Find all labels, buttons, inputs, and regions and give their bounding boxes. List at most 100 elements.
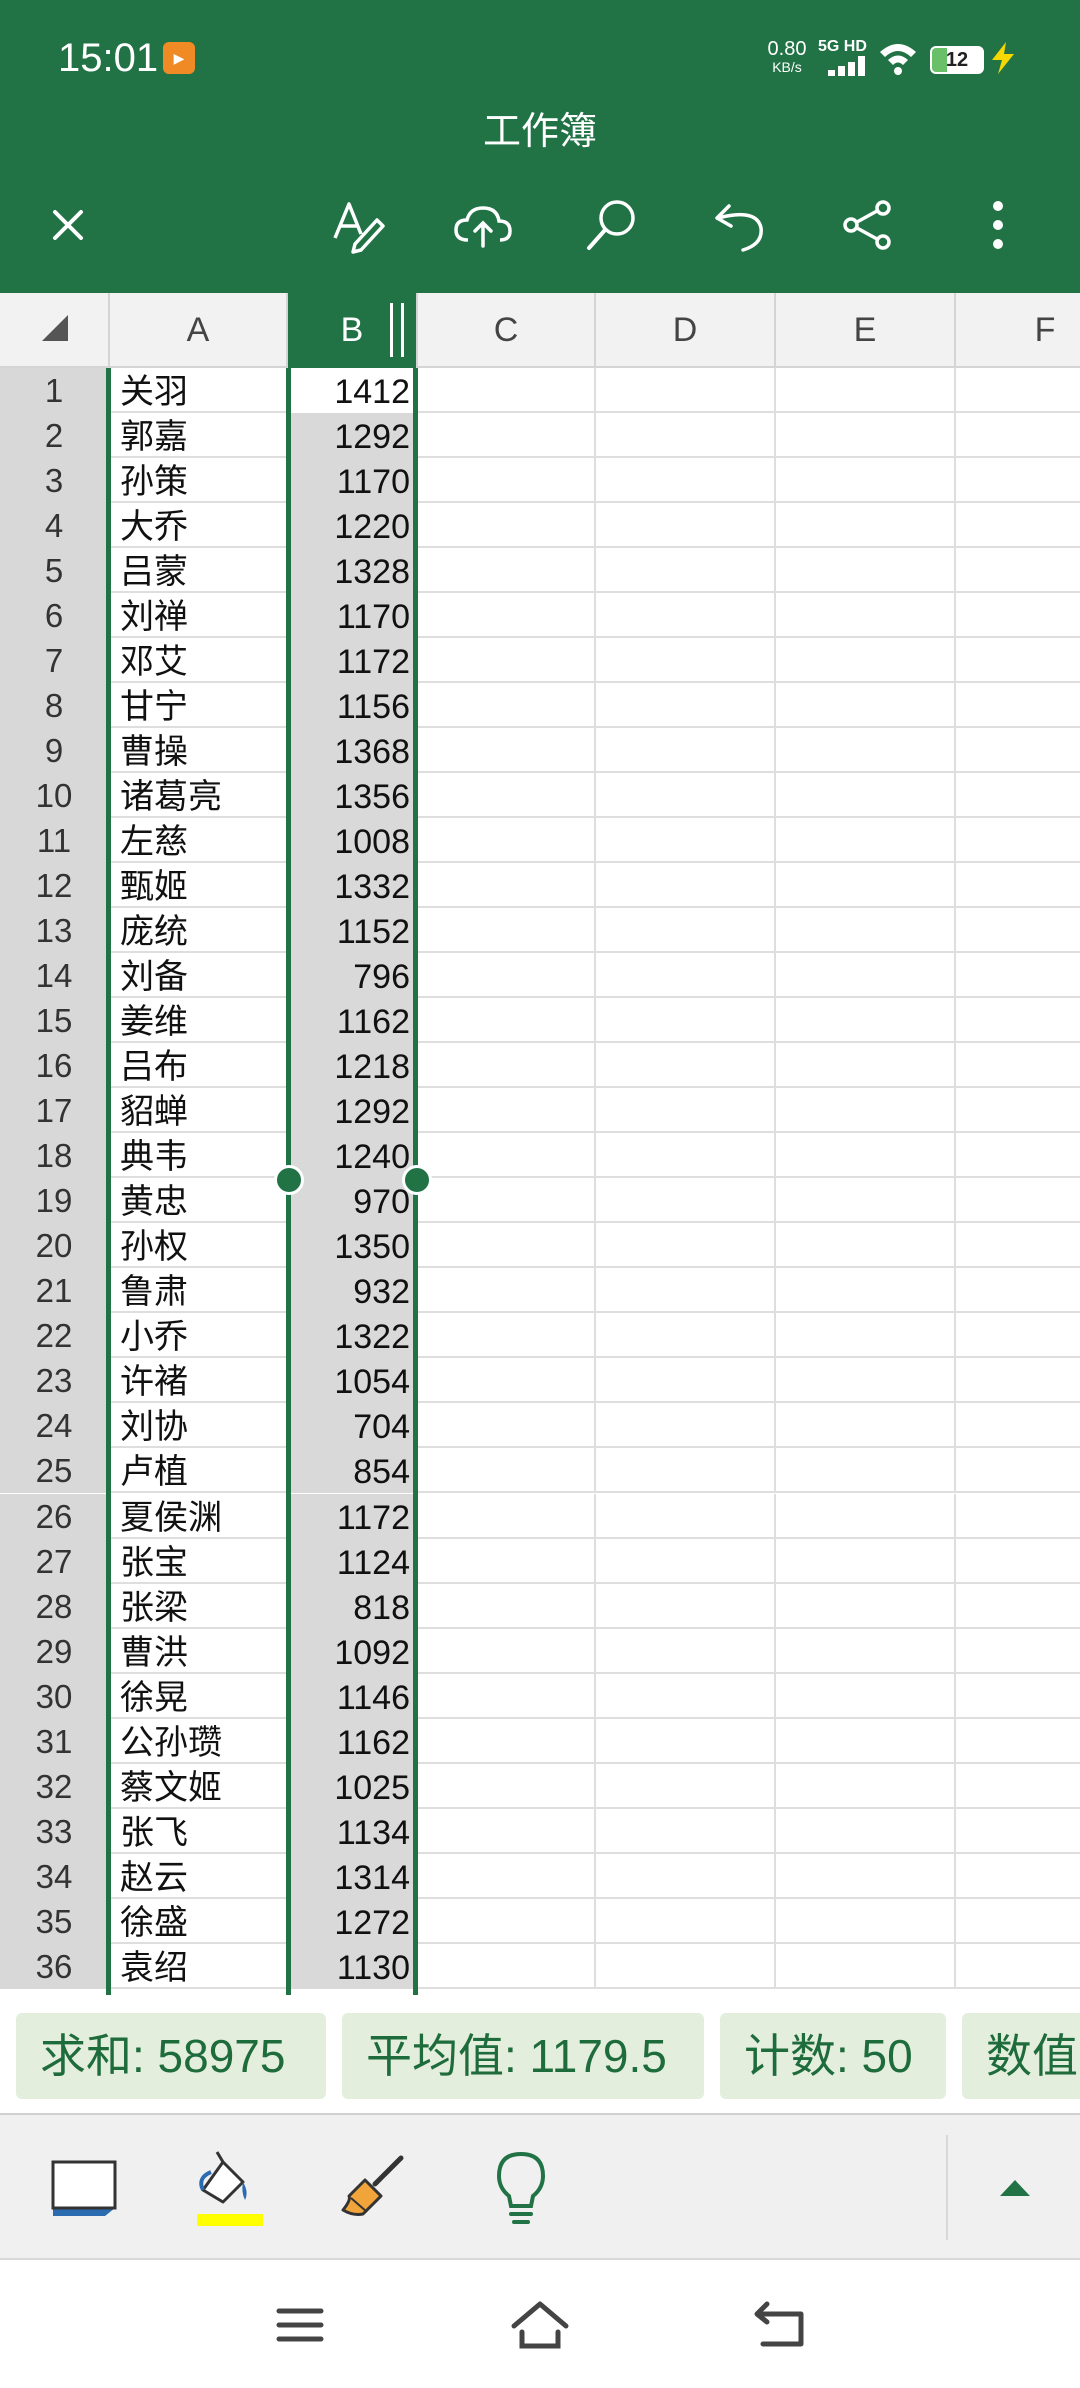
- cell-name[interactable]: 曹洪: [110, 1628, 288, 1674]
- cell-name[interactable]: 鲁肃: [110, 1268, 288, 1314]
- cell-value[interactable]: 1172: [288, 1493, 416, 1539]
- format-painter-button[interactable]: [328, 2143, 418, 2233]
- cell-name[interactable]: 张飞: [110, 1808, 288, 1854]
- ideas-button[interactable]: [476, 2143, 566, 2233]
- empty-cell[interactable]: [776, 368, 956, 413]
- empty-cell[interactable]: [956, 638, 1080, 683]
- empty-cell[interactable]: [418, 1718, 596, 1764]
- undo-button[interactable]: [700, 190, 780, 260]
- cell-value[interactable]: 1146: [288, 1673, 416, 1719]
- empty-cell[interactable]: [956, 1448, 1080, 1493]
- row-header[interactable]: 23: [0, 1358, 110, 1404]
- empty-cell[interactable]: [956, 1133, 1080, 1178]
- empty-cell[interactable]: [776, 818, 956, 864]
- row-header[interactable]: 26: [0, 1493, 110, 1539]
- empty-cell[interactable]: [956, 773, 1080, 818]
- count-stat[interactable]: 计数: 50: [720, 2013, 946, 2099]
- cell-value[interactable]: 1350: [288, 1223, 416, 1269]
- empty-cell[interactable]: [956, 1764, 1080, 1809]
- empty-cell[interactable]: [956, 1403, 1080, 1448]
- empty-cell[interactable]: [776, 1313, 956, 1359]
- empty-cell[interactable]: [776, 1718, 956, 1764]
- empty-cell[interactable]: [596, 1763, 776, 1809]
- empty-cell[interactable]: [956, 1043, 1080, 1088]
- empty-cell[interactable]: [418, 1088, 596, 1134]
- empty-cell[interactable]: [956, 1178, 1080, 1223]
- empty-cell[interactable]: [776, 1943, 956, 1989]
- cell-name[interactable]: 左慈: [110, 818, 288, 864]
- empty-cell[interactable]: [418, 1223, 596, 1269]
- empty-cell[interactable]: [776, 773, 956, 819]
- empty-cell[interactable]: [596, 728, 776, 774]
- empty-cell[interactable]: [596, 863, 776, 909]
- empty-cell[interactable]: [776, 1808, 956, 1854]
- empty-cell[interactable]: [776, 1853, 956, 1899]
- empty-cell[interactable]: [596, 818, 776, 864]
- cell-value[interactable]: 1054: [288, 1358, 416, 1404]
- cell-value[interactable]: 1218: [288, 1043, 416, 1089]
- empty-cell[interactable]: [776, 908, 956, 954]
- empty-cell[interactable]: [956, 818, 1080, 863]
- cell-value[interactable]: 1152: [288, 908, 416, 954]
- row-header[interactable]: 28: [0, 1583, 110, 1629]
- close-button[interactable]: [28, 190, 108, 260]
- cell-name[interactable]: 卢植: [110, 1448, 288, 1494]
- empty-cell[interactable]: [776, 1358, 956, 1404]
- empty-cell[interactable]: [596, 1358, 776, 1404]
- cell-name[interactable]: 许褚: [110, 1358, 288, 1404]
- empty-cell[interactable]: [776, 413, 956, 459]
- search-button[interactable]: [572, 190, 652, 260]
- cell-name[interactable]: 刘协: [110, 1403, 288, 1449]
- empty-cell[interactable]: [776, 1538, 956, 1584]
- row-header[interactable]: 24: [0, 1403, 110, 1449]
- empty-cell[interactable]: [596, 548, 776, 594]
- empty-cell[interactable]: [956, 1358, 1080, 1403]
- cell-name[interactable]: 大乔: [110, 503, 288, 549]
- empty-cell[interactable]: [596, 1898, 776, 1944]
- cell-name[interactable]: 张梁: [110, 1583, 288, 1629]
- empty-cell[interactable]: [776, 1268, 956, 1314]
- empty-cell[interactable]: [418, 1763, 596, 1809]
- spreadsheet-grid[interactable]: A B C D E F 1 关羽 1412 2 郭嘉 1292 3 孙策 1170 4 大乔 1220…: [0, 293, 1080, 1995]
- cell-value[interactable]: 1170: [288, 458, 416, 504]
- cell-name[interactable]: 赵云: [110, 1853, 288, 1899]
- empty-cell[interactable]: [956, 1854, 1080, 1899]
- cell-value[interactable]: 1292: [288, 1088, 416, 1134]
- row-header[interactable]: 18: [0, 1133, 110, 1179]
- row-header[interactable]: 32: [0, 1763, 110, 1809]
- cell-value[interactable]: 796: [288, 953, 416, 999]
- empty-cell[interactable]: [776, 1493, 956, 1539]
- cell-value[interactable]: 854: [288, 1448, 416, 1494]
- empty-cell[interactable]: [596, 1133, 776, 1179]
- selection-handle-left[interactable]: [274, 1165, 304, 1195]
- empty-cell[interactable]: [418, 1358, 596, 1404]
- empty-cell[interactable]: [418, 818, 596, 864]
- empty-cell[interactable]: [776, 548, 956, 594]
- empty-cell[interactable]: [418, 773, 596, 819]
- empty-cell[interactable]: [956, 1899, 1080, 1944]
- cell-value[interactable]: 1156: [288, 683, 416, 729]
- empty-cell[interactable]: [596, 1943, 776, 1989]
- row-header[interactable]: 33: [0, 1808, 110, 1854]
- empty-cell[interactable]: [956, 1584, 1080, 1629]
- cell-name[interactable]: 关羽: [110, 368, 288, 413]
- cell-name[interactable]: 典韦: [110, 1133, 288, 1179]
- column-header-c[interactable]: C: [418, 293, 596, 368]
- cell-value[interactable]: 1008: [288, 818, 416, 864]
- empty-cell[interactable]: [418, 1808, 596, 1854]
- cell-value[interactable]: 1272: [288, 1898, 416, 1944]
- select-all-button[interactable]: [0, 293, 110, 368]
- empty-cell[interactable]: [418, 458, 596, 504]
- empty-cell[interactable]: [776, 1403, 956, 1449]
- empty-cell[interactable]: [596, 1853, 776, 1899]
- row-header[interactable]: 12: [0, 863, 110, 909]
- empty-cell[interactable]: [418, 728, 596, 774]
- empty-cell[interactable]: [776, 503, 956, 549]
- empty-cell[interactable]: [596, 1628, 776, 1674]
- empty-cell[interactable]: [418, 1313, 596, 1359]
- edit-button[interactable]: [318, 190, 398, 260]
- row-header[interactable]: 1: [0, 368, 110, 413]
- empty-cell[interactable]: [418, 503, 596, 549]
- empty-cell[interactable]: [596, 1673, 776, 1719]
- cell-value[interactable]: 1170: [288, 593, 416, 639]
